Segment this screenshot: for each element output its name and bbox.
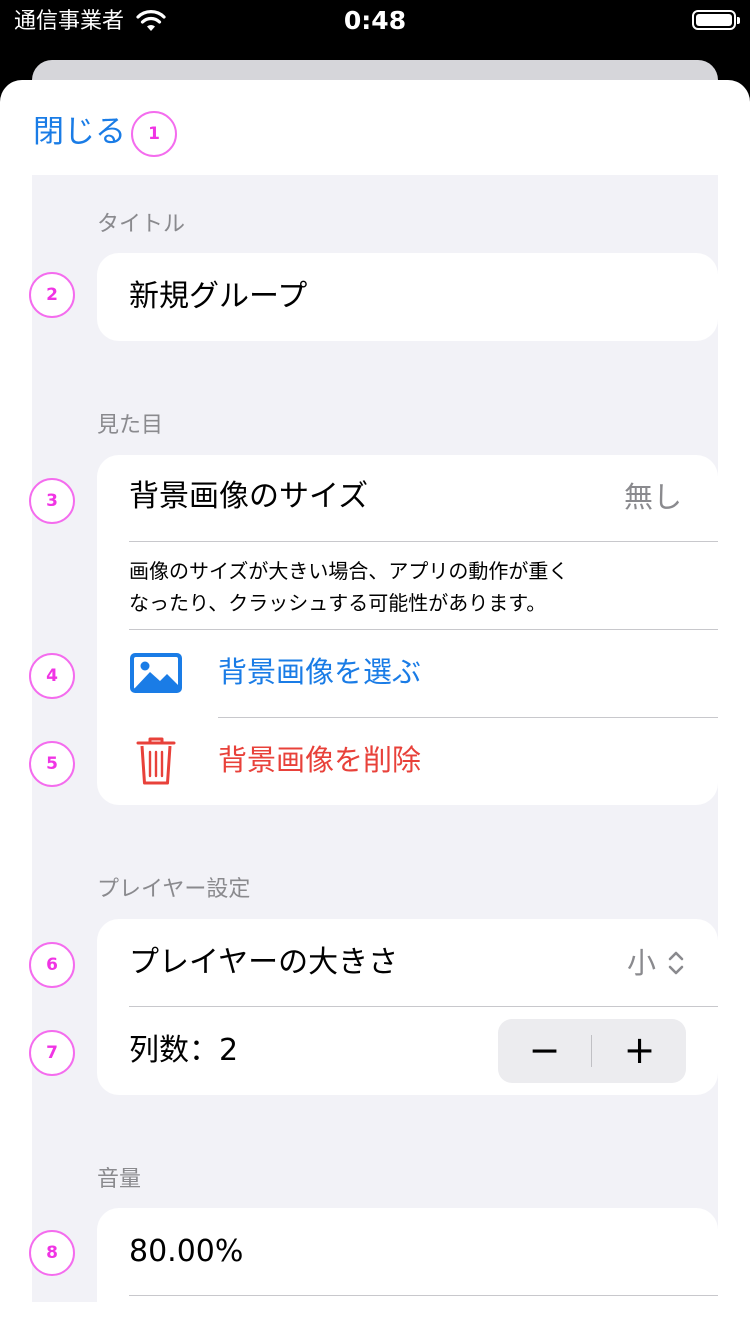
marker-2: 2	[29, 272, 75, 318]
bg-size-value: 無し	[623, 480, 682, 514]
settings-list: タイトル 新規グループ 見た目 背景画像のサイズ 無し 画像のサイズが大きい場合…	[32, 175, 718, 1334]
increment-button[interactable]: +	[593, 1019, 686, 1083]
divider	[129, 1295, 718, 1296]
choose-bg-image-row[interactable]: 背景画像を選ぶ	[97, 630, 718, 717]
bg-size-label: 背景画像のサイズ	[129, 479, 369, 514]
title-card: 新規グループ	[97, 253, 718, 341]
status-bar: 通信事業者 0:48	[0, 0, 750, 60]
columns-label: 列数：2	[129, 1033, 239, 1068]
chevron-up-down-icon	[668, 951, 684, 975]
settings-sheet: 閉じる 1 タイトル 新規グループ 見た目 背景画像のサイズ 無し 画像のサイズ…	[0, 80, 750, 1334]
choose-bg-image-label: 背景画像を選ぶ	[218, 655, 422, 689]
decrement-button[interactable]: −	[498, 1019, 591, 1083]
title-field[interactable]: 新規グループ	[129, 277, 307, 317]
battery-icon	[692, 10, 740, 30]
stepper-divider	[591, 1035, 592, 1067]
section-header-volume: 音量	[97, 1167, 142, 1192]
marker-6: 6	[29, 942, 75, 988]
marker-8: 8	[29, 1230, 75, 1276]
marker-5: 5	[29, 741, 75, 787]
player-size-value: 小	[626, 946, 656, 980]
bg-size-note-line1: 画像のサイズが大きい場合、アプリの動作が重く	[129, 559, 569, 583]
delete-bg-image-row[interactable]: 背景画像を削除	[97, 718, 718, 805]
player-card: プレイヤーの大きさ 小 列数：2 − +	[97, 919, 718, 1095]
player-size-label: プレイヤーの大きさ	[129, 945, 399, 980]
delete-bg-image-label: 背景画像を削除	[218, 743, 422, 777]
trash-icon	[136, 737, 176, 785]
volume-value: 80.00%	[129, 1234, 244, 1269]
marker-4: 4	[29, 653, 75, 699]
section-header-appearance: 見た目	[97, 413, 164, 438]
section-header-player: プレイヤー設定	[97, 877, 251, 902]
section-header-title: タイトル	[97, 212, 186, 237]
marker-3: 3	[29, 478, 75, 524]
columns-stepper: − +	[498, 1019, 686, 1083]
marker-1: 1	[131, 111, 177, 157]
divider	[129, 541, 718, 542]
player-size-row[interactable]: プレイヤーの大きさ 小	[97, 919, 718, 1006]
bg-size-note-line2: なったり、クラッシュする可能性があります。	[129, 591, 547, 615]
marker-7: 7	[29, 1030, 75, 1076]
appearance-card: 背景画像のサイズ 無し 画像のサイズが大きい場合、アプリの動作が重く なったり、…	[97, 455, 718, 805]
status-time: 0:48	[343, 6, 407, 35]
photo-icon	[130, 653, 182, 693]
divider	[129, 1006, 718, 1007]
close-button[interactable]: 閉じる	[33, 110, 126, 154]
volume-card: 80.00%	[97, 1208, 718, 1334]
